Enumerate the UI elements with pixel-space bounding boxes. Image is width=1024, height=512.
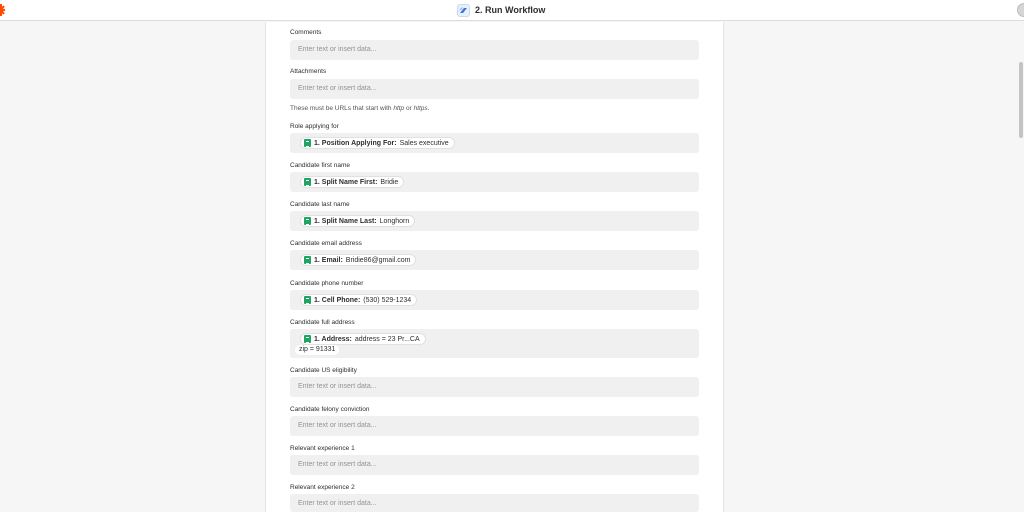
attachments-input[interactable]: Enter text or insert data...: [290, 79, 699, 99]
avatar[interactable]: [1017, 3, 1024, 17]
comments-placeholder: Enter text or insert data...: [298, 46, 377, 53]
step-title[interactable]: 2. Run Workflow: [457, 3, 545, 17]
scrollbar-thumb[interactable]: [1019, 62, 1023, 138]
hint-suffix: .: [427, 105, 430, 112]
experience2-placeholder: Enter text or insert data...: [298, 500, 377, 507]
workflow-app-icon: [457, 3, 470, 17]
google-sheets-icon: [304, 178, 311, 186]
google-sheets-icon: [304, 335, 311, 343]
address-data-pill-line2[interactable]: zip = 91331: [295, 345, 340, 355]
first-name-data-pill[interactable]: 1. Split Name First: Bridie: [300, 176, 405, 188]
google-sheets-icon: [304, 296, 311, 304]
role-data-pill[interactable]: 1. Position Applying For: Sales executiv…: [300, 137, 455, 149]
attachments-hint: These must be URLs that start with http …: [290, 105, 429, 112]
email-data-pill[interactable]: 1. Email: Bridie86@gmail.com: [300, 254, 417, 266]
phone-input[interactable]: 1. Cell Phone: (530) 529-1234: [290, 290, 699, 310]
last-name-label: Candidate last name: [290, 201, 350, 208]
step-title-text: 2. Run Workflow: [475, 5, 546, 15]
last-name-data-pill[interactable]: 1. Split Name Last: Longhorn: [300, 215, 416, 227]
address-input[interactable]: 1. Address: address = 23 Pr...CA zip = 9…: [290, 329, 699, 358]
pill-value: Bridie86@gmail.com: [345, 256, 411, 264]
experience1-label: Relevant experience 1: [290, 445, 355, 452]
pill-value: address = 23 Pr...CA: [354, 335, 420, 343]
pill-key: 1. Split Name Last:: [314, 217, 377, 225]
address-label: Candidate full address: [290, 319, 355, 326]
attachments-placeholder: Enter text or insert data...: [298, 85, 377, 92]
pill-key: 1. Position Applying For:: [314, 139, 397, 147]
experience1-input[interactable]: Enter text or insert data...: [290, 455, 699, 475]
felony-label: Candidate felony conviction: [290, 406, 370, 413]
us-eligibility-placeholder: Enter text or insert data...: [298, 383, 377, 390]
last-name-input[interactable]: 1. Split Name Last: Longhorn: [290, 211, 699, 231]
first-name-label: Candidate first name: [290, 162, 350, 169]
pill-value: Sales executive: [399, 139, 449, 147]
comments-input[interactable]: Enter text or insert data...: [290, 40, 699, 60]
role-input[interactable]: 1. Position Applying For: Sales executiv…: [290, 133, 699, 153]
pill-value: Longhorn: [379, 217, 410, 225]
pill-key: 1. Cell Phone:: [314, 296, 361, 304]
pill-value: (530) 529-1234: [363, 296, 412, 304]
felony-placeholder: Enter text or insert data...: [298, 422, 377, 429]
hint-https: https: [413, 105, 428, 112]
felony-input[interactable]: Enter text or insert data...: [290, 416, 699, 436]
pill-value: Bridie: [380, 178, 399, 186]
hint-prefix: These must be URLs that start with: [290, 105, 394, 112]
role-label: Role applying for: [290, 123, 339, 130]
google-sheets-icon: [304, 139, 311, 147]
hint-or: or: [404, 105, 414, 112]
address-data-pill[interactable]: 1. Address: address = 23 Pr...CA: [300, 333, 426, 345]
zapier-logo-icon[interactable]: [0, 4, 5, 16]
top-bar: 2. Run Workflow: [0, 0, 1024, 21]
comments-label: Comments: [290, 29, 322, 36]
google-sheets-icon: [304, 217, 311, 225]
first-name-input[interactable]: 1. Split Name First: Bridie: [290, 172, 699, 192]
pill-key: 1. Address:: [314, 335, 352, 343]
phone-data-pill[interactable]: 1. Cell Phone: (530) 529-1234: [300, 294, 418, 306]
email-input[interactable]: 1. Email: Bridie86@gmail.com: [290, 250, 699, 270]
experience1-placeholder: Enter text or insert data...: [298, 461, 377, 468]
experience2-input[interactable]: Enter text or insert data...: [290, 494, 699, 512]
attachments-label: Attachments: [290, 68, 327, 75]
google-sheets-icon: [304, 256, 311, 264]
pill-key: 1. Split Name First:: [314, 178, 378, 186]
email-label: Candidate email address: [290, 240, 362, 247]
phone-label: Candidate phone number: [290, 280, 364, 287]
experience2-label: Relevant experience 2: [290, 484, 355, 491]
hint-http: http: [393, 105, 405, 112]
us-eligibility-input[interactable]: Enter text or insert data...: [290, 377, 699, 397]
pill-key: 1. Email:: [314, 256, 343, 264]
us-eligibility-label: Candidate US eligibility: [290, 367, 357, 374]
